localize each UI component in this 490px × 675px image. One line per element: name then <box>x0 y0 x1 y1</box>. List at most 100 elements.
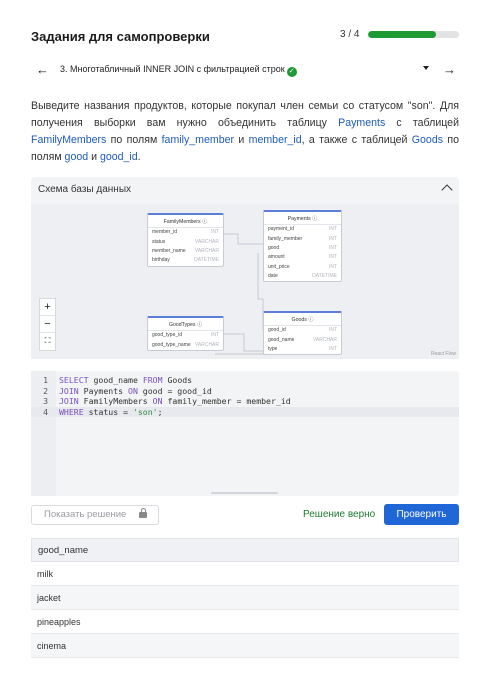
schema-table-title: GoodTypes ⓘ <box>148 318 223 331</box>
caret-down-icon[interactable] <box>423 66 429 70</box>
code-line[interactable]: 4 WHERE status = 'son'; <box>31 406 459 418</box>
arrow-right-icon[interactable]: → <box>443 60 456 80</box>
sql-keyword: FROM <box>142 375 163 385</box>
code-line[interactable]: 2 JOIN Payments ON good = good_id <box>31 386 459 397</box>
schema-field-name: status <box>152 238 166 245</box>
sql-token: Goods <box>162 375 193 385</box>
progress-bar <box>368 31 459 38</box>
result-status: Решение верно <box>303 509 376 520</box>
schema-field-row: type INT <box>264 345 341 354</box>
schema-panel-title: Схема базы данных <box>38 184 132 195</box>
task-title-text: 3. Многотабличный INNER JOIN с фильтраци… <box>60 64 285 74</box>
task-title[interactable]: 3. Многотабличный INNER JOIN с фильтраци… <box>60 64 297 77</box>
schema-field-list: good_type_id INT good_type_name VARCHAR <box>148 331 223 350</box>
description-text: с таблицей <box>385 117 459 129</box>
schema-field-type: INT <box>328 345 337 352</box>
schema-field-row: unit_price INT <box>264 263 341 272</box>
schema-field-type: INT <box>328 254 337 261</box>
arrow-left-icon[interactable]: ← <box>36 60 49 80</box>
sql-editor[interactable]: 1 SELECT good_name FROM Goods 2 JOIN Paymen… <box>31 371 459 496</box>
schema-field-type: INT <box>328 226 337 233</box>
schema-table-familymembers[interactable]: FamilyMembers ⓘ member_id INT status VARCHA… <box>147 213 224 267</box>
description-text: . <box>137 151 141 163</box>
code-text: JOIN Payments ON good = good_id <box>59 386 212 397</box>
table-row: jacket <box>31 586 459 610</box>
schema-field-type: INT <box>328 327 337 334</box>
schema-field-name: type <box>268 345 278 352</box>
schema-field-type: DATETIME <box>194 257 219 264</box>
description-text: и <box>234 134 249 146</box>
schema-field-name: family_member <box>268 235 303 242</box>
table-name-payments: Payments <box>338 117 386 129</box>
sql-string: 'son' <box>132 406 158 417</box>
relation-edge <box>224 233 263 245</box>
lock-icon <box>139 508 147 518</box>
field-name-good-id: good_id <box>99 151 138 163</box>
schema-table-title: Goods ⓘ <box>264 313 341 326</box>
schema-table-title: Payments ⓘ <box>264 212 341 225</box>
schema-field-row: good_type_name VARCHAR <box>148 340 223 349</box>
schema-field-name: unit_price <box>268 263 290 270</box>
sql-token: ; <box>157 406 163 417</box>
schema-field-row: birthday DATETIME <box>148 256 223 265</box>
sql-token: good = good_id <box>137 385 212 396</box>
schema-field-name: member_name <box>152 247 186 254</box>
task-description: Выведите названия продуктов, которые пок… <box>31 98 459 166</box>
schema-table-goodtypes[interactable]: GoodTypes ⓘ good_type_id INT good_type_nam… <box>147 316 224 351</box>
schema-field-row: amount INT <box>264 253 341 262</box>
results-column-header: good_name <box>31 538 459 562</box>
schema-panel: Схема базы данных FamilyMembers ⓘ member… <box>31 177 459 359</box>
sql-token: family_member = member_id <box>162 396 291 406</box>
page-title: Задания для самопроверки <box>31 29 210 44</box>
zoom-out-button[interactable]: − <box>40 316 55 333</box>
schema-field-list: payment_id INT family_member INT good INT amou… <box>264 225 341 281</box>
schema-field-row: good_type_id INT <box>148 331 223 340</box>
schema-field-name: payment_id <box>268 226 294 233</box>
code-line[interactable]: 3 JOIN FamilyMembers ON family_member = m… <box>31 396 459 407</box>
schema-table-payments[interactable]: Payments ⓘ payment_id INT family_member INT… <box>263 210 342 283</box>
line-number: 4 <box>43 406 48 417</box>
task-navigation: ← 3. Многотабличный INNER JOIN с фильтра… <box>31 60 459 80</box>
schema-field-row: good INT <box>264 244 341 253</box>
schema-field-row: status VARCHAR <box>148 237 223 246</box>
schema-field-row: good_name VARCHAR <box>264 335 341 344</box>
sql-token: status = <box>83 406 133 417</box>
schema-edges <box>215 233 277 355</box>
schema-field-type: VARCHAR <box>194 341 219 348</box>
zoom-in-button[interactable]: + <box>40 299 55 316</box>
schema-field-row: member_name VARCHAR <box>148 247 223 256</box>
check-button[interactable]: Проверить <box>384 504 459 525</box>
schema-field-name: member_id <box>152 229 178 236</box>
chevron-up-icon[interactable] <box>441 184 453 196</box>
code-text: WHERE status = 'son'; <box>59 407 163 418</box>
schema-field-type: INT <box>328 263 337 270</box>
field-name-member-id: member_id <box>248 134 302 146</box>
schema-table-name: Goods <box>291 317 307 323</box>
show-solution-button[interactable]: Показать решение <box>31 505 159 525</box>
schema-diagram-canvas[interactable]: FamilyMembers ⓘ member_id INT status VARCHA… <box>31 204 459 359</box>
schema-field-type: DATETIME <box>312 273 337 280</box>
code-line[interactable]: 1 SELECT good_name FROM Goods <box>31 375 459 386</box>
reactflow-attribution[interactable]: React Flow <box>431 351 456 357</box>
progress-bar-fill <box>368 31 437 38</box>
check-circle-icon: ✓ <box>286 67 297 77</box>
sql-keyword: ON <box>128 385 138 396</box>
code-text: SELECT good_name FROM Goods <box>59 375 192 386</box>
schema-field-name: good_type_name <box>152 341 191 348</box>
schema-field-name: date <box>268 273 278 280</box>
schema-field-name: good <box>268 244 280 251</box>
progress-counter: 3 / 4 <box>340 29 360 40</box>
field-name-good: good <box>64 151 89 163</box>
schema-table-goods[interactable]: Goods ⓘ good_id INT good_name VARCHAR type IN… <box>263 311 342 356</box>
page-header: Задания для самопроверки 3 / 4 <box>31 26 459 46</box>
show-solution-label: Показать решение <box>44 509 127 520</box>
editor-scrollbar[interactable] <box>211 492 278 494</box>
schema-field-name: good_type_id <box>152 332 183 339</box>
table-row: pineapples <box>31 610 459 634</box>
sql-keyword: SELECT <box>59 375 89 385</box>
schema-panel-header[interactable]: Схема базы данных <box>31 177 459 201</box>
fit-view-button[interactable]: ⛶ <box>40 333 55 350</box>
table-name-familymembers: FamilyMembers <box>31 134 107 146</box>
line-number: 2 <box>43 385 48 396</box>
schema-field-row: payment_id INT <box>264 225 341 234</box>
